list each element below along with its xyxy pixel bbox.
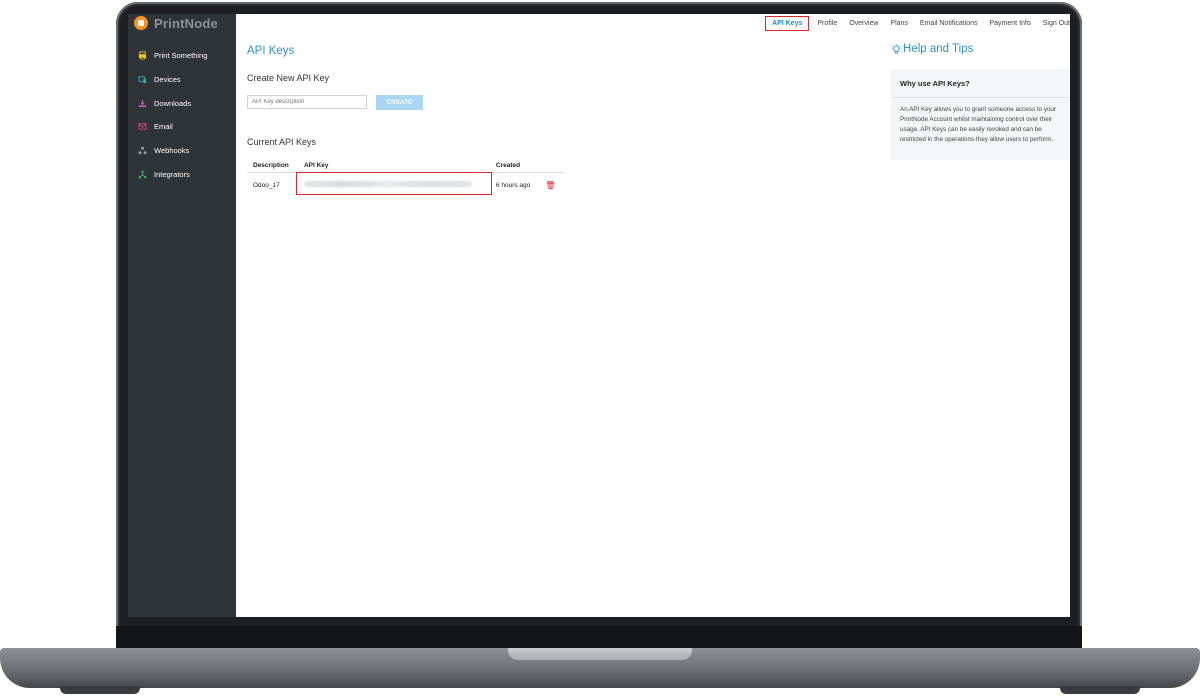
topnav-profile[interactable]: Profile: [817, 20, 837, 27]
download-icon: [138, 99, 147, 107]
help-body: An API Key allows you to grant someone a…: [900, 106, 1057, 143]
integrators-icon: [138, 170, 147, 179]
sidebar-item-print-something[interactable]: Print Something: [128, 44, 236, 68]
sidebar-item-label: Webhooks: [154, 146, 190, 156]
help-title-text: Help and Tips: [903, 43, 974, 55]
help-title: Help and Tips: [891, 43, 973, 55]
printnode-logo-icon: [134, 16, 148, 30]
table-row: Odoo_17 6 hours ago 🗑: [247, 173, 563, 198]
topnav-payment-info[interactable]: Payment Info: [990, 20, 1031, 27]
email-icon: [138, 123, 147, 131]
api-keys-table: Description API Key Created Odoo_17 6 ho…: [247, 158, 563, 197]
screen: PrintNode Print Something Devices Downlo…: [128, 14, 1070, 617]
devices-icon: [138, 76, 147, 84]
column-header-api-key: API Key: [297, 158, 490, 173]
sidebar-item-devices[interactable]: Devices: [128, 68, 236, 92]
key-description: Odoo_17: [253, 181, 280, 189]
sidebar-item-label: Print Something: [154, 51, 208, 61]
blurred-api-key: [303, 181, 472, 187]
topnav-email-notifications[interactable]: Email Notifications: [920, 20, 978, 27]
sidebar-nav: Print Something Devices Downloads Email …: [128, 44, 236, 186]
sidebar: PrintNode Print Something Devices Downlo…: [128, 14, 236, 617]
sidebar-item-email[interactable]: Email: [128, 115, 236, 139]
column-header-created: Created: [489, 158, 540, 173]
topnav-overview[interactable]: Overview: [849, 20, 878, 27]
sidebar-item-label: Email: [154, 122, 173, 132]
help-panel: Why use API Keys? An API Key allows you …: [891, 69, 1070, 160]
create-heading: Create New API Key: [247, 73, 330, 83]
column-header-description: Description: [247, 158, 298, 173]
sidebar-item-downloads[interactable]: Downloads: [128, 91, 236, 115]
current-keys-heading: Current API Keys: [247, 137, 317, 147]
printer-icon: [138, 51, 147, 60]
trash-icon[interactable]: 🗑: [545, 181, 555, 190]
logo[interactable]: PrintNode: [134, 14, 218, 32]
webhooks-icon: [138, 146, 147, 155]
laptop-foot: [1060, 686, 1140, 694]
sidebar-item-label: Devices: [154, 75, 181, 85]
create-button[interactable]: CREATE: [376, 95, 423, 110]
api-key-value[interactable]: [298, 173, 490, 198]
topnav-sign-out[interactable]: Sign Out: [1043, 20, 1070, 27]
key-created: 6 hours ago: [495, 181, 531, 189]
main-content: API Keys Profile Overview Plans Email No…: [236, 14, 1070, 617]
sidebar-item-webhooks[interactable]: Webhooks: [128, 139, 236, 163]
delete-cell: 🗑: [539, 173, 563, 198]
logo-text: PrintNode: [154, 15, 218, 31]
sidebar-item-label: Downloads: [154, 98, 192, 108]
divider: [891, 97, 1070, 98]
laptop-chin: [116, 626, 1082, 650]
help-question: Why use API Keys?: [900, 79, 970, 88]
laptop-notch: [508, 648, 692, 660]
topnav-api-keys[interactable]: API Keys: [765, 15, 810, 31]
top-nav: API Keys Profile Overview Plans Email No…: [765, 14, 1070, 32]
sidebar-item-label: Integrators: [154, 169, 190, 179]
table-header-row: Description API Key Created: [247, 158, 563, 173]
laptop-foot: [60, 686, 140, 694]
lightbulb-icon: [891, 43, 902, 54]
topnav-plans[interactable]: Plans: [890, 20, 908, 27]
column-header-actions: [539, 158, 563, 173]
sidebar-item-integrators[interactable]: Integrators: [128, 162, 236, 186]
page-title: API Keys: [247, 45, 295, 57]
api-key-description-input[interactable]: [247, 95, 367, 109]
